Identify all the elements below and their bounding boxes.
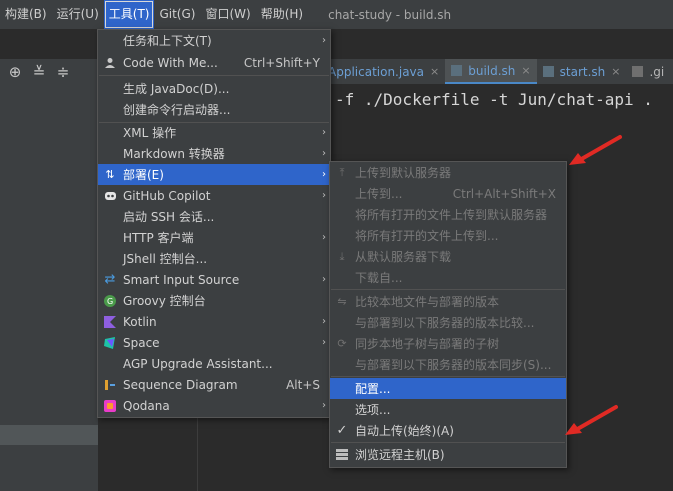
menu-item-deployment[interactable]: ⇅ 部署(E) › [98, 164, 330, 185]
menu-item-agp[interactable]: AGP Upgrade Assistant... [98, 353, 330, 374]
menu-item-upload-all-to[interactable]: 将所有打开的文件上传到... [330, 225, 566, 246]
user-icon [103, 56, 117, 70]
tab-build-sh[interactable]: build.sh × [445, 59, 537, 84]
upload-icon: ⤒ [339, 165, 345, 179]
menu-item-upload-default[interactable]: ⤒ 上传到默认服务器 [330, 162, 566, 183]
collapse-icon[interactable]: ≚ [30, 63, 48, 81]
remote-host-icon [335, 448, 349, 462]
separator [331, 376, 565, 377]
tab-start-sh[interactable]: start.sh × [537, 59, 627, 84]
tools-menu: 任务和上下文(T) › Code With Me... Ctrl+Shift+Y… [97, 29, 331, 418]
menu-item-sync-server[interactable]: 与部署到以下服务器的版本同步(S)... [330, 354, 566, 375]
menu-item-auto-upload[interactable]: ✓ 自动上传(始终)(A) [330, 420, 566, 441]
menu-help[interactable]: 帮助(H) [256, 0, 308, 29]
close-icon[interactable]: × [611, 65, 620, 78]
chevron-right-icon: › [322, 232, 326, 243]
close-icon[interactable]: × [430, 65, 439, 78]
annotation-arrow-icon [569, 135, 622, 165]
menu-item-options[interactable]: 选项... [330, 399, 566, 420]
menu-run[interactable]: 运行(U) [52, 0, 104, 29]
space-icon [103, 336, 117, 350]
chevron-right-icon: › [322, 127, 326, 138]
tab-label: build.sh [468, 63, 516, 78]
menu-item-jshell[interactable]: JShell 控制台... [98, 248, 330, 269]
separator [99, 75, 329, 76]
menu-git[interactable]: Git(G) [154, 0, 200, 29]
code-line[interactable]: -f ./Dockerfile -t Jun/chat-api . [335, 90, 653, 109]
menu-item-groovy[interactable]: G Groovy 控制台 [98, 290, 330, 311]
project-selected-row[interactable] [0, 425, 98, 445]
menu-item-http-client[interactable]: HTTP 客户端 › [98, 227, 330, 248]
compare-icon: ⇋ [337, 295, 347, 308]
chevron-right-icon: › [322, 337, 326, 348]
crosshair-icon[interactable]: ⊕ [6, 63, 24, 81]
sequence-icon [103, 378, 117, 392]
menu-item-ssh[interactable]: 启动 SSH 会话... [98, 206, 330, 227]
menu-item-smart-input[interactable]: ⇄ Smart Input Source › [98, 269, 330, 290]
menu-item-code-with-me[interactable]: Code With Me... Ctrl+Shift+Y [98, 52, 330, 73]
menu-item-kotlin[interactable]: Kotlin › [98, 311, 330, 332]
project-toolbar: ⊕ ≚ ≑ [0, 59, 104, 84]
tab-label: start.sh [559, 64, 606, 79]
shell-file-icon [451, 65, 463, 76]
menu-item-space[interactable]: Space › [98, 332, 330, 353]
sync-icon: ⟳ [337, 337, 347, 350]
annotation-arrow-icon [565, 405, 618, 435]
menu-item-javadoc[interactable]: 生成 JavaDoc(D)... [98, 78, 330, 99]
menu-item-copilot[interactable]: GitHub Copilot › [98, 185, 330, 206]
close-icon[interactable]: × [521, 64, 530, 77]
menu-item-sync-subtree[interactable]: ⟳ 同步本地子树与部署的子树 [330, 333, 566, 354]
menu-item-compare-server[interactable]: 与部署到以下服务器的版本比较... [330, 312, 566, 333]
chevron-right-icon: › [322, 274, 326, 285]
file-icon [632, 66, 644, 77]
tab-label: .gi [649, 64, 665, 79]
menu-build[interactable]: 构建(B) [0, 0, 52, 29]
window-title: chat-study - build.sh [328, 7, 452, 22]
tab-gitignore[interactable]: .gi [626, 59, 670, 84]
copilot-icon [103, 189, 117, 203]
tab-label: Application.java [328, 64, 425, 79]
chevron-right-icon: › [322, 169, 326, 180]
separator [331, 289, 565, 290]
chevron-right-icon: › [322, 35, 326, 46]
menu-item-upload-to[interactable]: 上传到... Ctrl+Alt+Shift+X [330, 183, 566, 204]
chevron-right-icon: › [322, 190, 326, 201]
swap-icon: ⇄ [104, 272, 116, 287]
menu-item-markdown[interactable]: Markdown 转换器 › [98, 143, 330, 164]
qodana-icon [103, 399, 117, 413]
separator [331, 442, 565, 443]
menu-item-sequence-diagram[interactable]: Sequence Diagram Alt+S [98, 374, 330, 395]
menu-item-cli-launcher[interactable]: 创建命令行启动器... [98, 99, 330, 120]
download-icon: ⤓ [339, 249, 345, 263]
menu-item-configuration[interactable]: 配置... [330, 378, 566, 399]
menu-item-tasks[interactable]: 任务和上下文(T) › [98, 30, 330, 51]
groovy-icon: G [103, 294, 117, 308]
check-icon: ✓ [336, 423, 348, 438]
kotlin-icon [103, 315, 117, 329]
chevron-right-icon: › [322, 400, 326, 411]
menu-tools[interactable]: 工具(T) [103, 0, 155, 29]
expand-icon[interactable]: ≑ [54, 63, 72, 81]
svg-text:G: G [107, 297, 113, 306]
menu-item-compare-local[interactable]: ⇋ 比较本地文件与部署的版本 [330, 291, 566, 312]
deployment-submenu: ⤒ 上传到默认服务器 上传到... Ctrl+Alt+Shift+X 将所有打开… [329, 161, 567, 468]
chevron-right-icon: › [322, 148, 326, 159]
menu-item-qodana[interactable]: Qodana › [98, 395, 330, 416]
menu-bar: 构建(B) 运行(U) 工具(T) Git(G) 窗口(W) 帮助(H) cha… [0, 0, 673, 29]
chevron-right-icon: › [322, 316, 326, 327]
menu-item-xml[interactable]: XML 操作 › [98, 122, 330, 143]
shell-file-icon [542, 66, 554, 77]
menu-item-browse-remote[interactable]: 浏览远程主机(B) [330, 444, 566, 465]
deploy-icon: ⇅ [105, 168, 115, 181]
menu-item-upload-all-default[interactable]: 将所有打开的文件上传到默认服务器 [330, 204, 566, 225]
tab-application-java[interactable]: Application.java × [322, 59, 445, 84]
menu-item-download-from[interactable]: 下载自... [330, 267, 566, 288]
menu-window[interactable]: 窗口(W) [200, 0, 255, 29]
menu-item-download-default[interactable]: ⤓ 从默认服务器下载 [330, 246, 566, 267]
